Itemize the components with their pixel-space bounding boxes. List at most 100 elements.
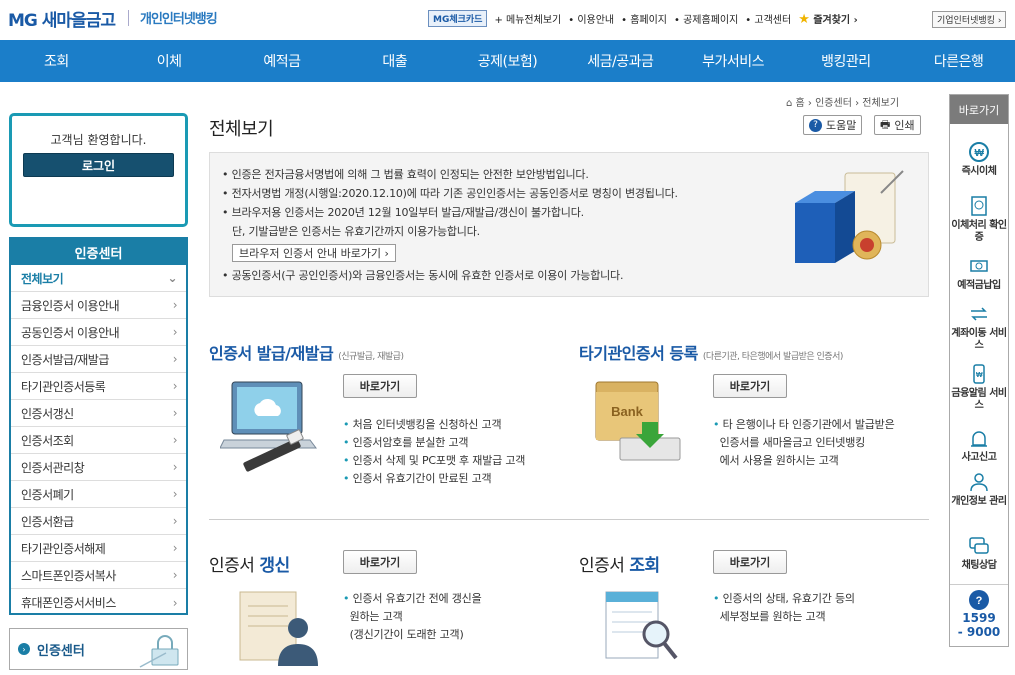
svg-text:Bank: Bank <box>611 404 644 419</box>
side-item-view[interactable]: 인증서조회 › <box>11 427 186 454</box>
question-icon: ? <box>809 118 822 132</box>
chevron-right-icon: › <box>172 487 178 501</box>
quick-account-move[interactable]: 계좌이동 서비스 <box>950 303 1008 352</box>
nav-inquiry[interactable]: 조회 <box>0 40 113 82</box>
print-button[interactable]: 🖶 인쇄 <box>874 115 921 135</box>
phone-icon: ? <box>969 590 989 610</box>
svg-text:₩: ₩ <box>975 148 985 159</box>
arrow-circle-icon: › <box>18 643 30 655</box>
renew-go-button[interactable]: 바로가기 <box>343 550 417 574</box>
quick-deposit-payment[interactable]: 예적금납입 <box>950 255 1008 292</box>
svg-text:₩: ₩ <box>976 372 983 379</box>
browser-cert-guide-button[interactable]: 브라우저 인증서 안내 바로가기 › <box>232 244 396 262</box>
favorites-link[interactable]: ★ 즐겨찾기 › <box>798 11 858 27</box>
nav-extra-services[interactable]: 부가서비스 <box>677 40 790 82</box>
nav-loan[interactable]: 대출 <box>338 40 451 82</box>
side-item-manage[interactable]: 인증서관리창 › <box>11 454 186 481</box>
other-go-button[interactable]: 바로가기 <box>713 374 787 398</box>
chevron-right-icon: › <box>172 514 178 528</box>
list-item: 원하는 고객 <box>349 610 403 623</box>
quick-chat-consult[interactable]: 채팅상담 <box>950 535 1008 572</box>
side-item-renew[interactable]: 인증서갱신 › <box>11 400 186 427</box>
document-magnifier-illustration <box>605 591 678 660</box>
help-button[interactable]: ? 도움말 <box>803 115 863 135</box>
nav-tax[interactable]: 세금/공과금 <box>564 40 677 82</box>
home-icon: ⌂ <box>786 98 793 109</box>
side-item-refund[interactable]: 인증서환급 › <box>11 508 186 535</box>
chevron-right-icon: › <box>172 541 178 555</box>
bank-folder-illustration: Bank <box>595 381 681 461</box>
chevron-right-icon: › <box>172 433 178 447</box>
check-card-link[interactable]: MG체크카드 <box>428 10 488 27</box>
nav-transfer[interactable]: 이체 <box>113 40 226 82</box>
chevron-down-icon: ⌄ <box>167 271 177 285</box>
customer-center-link[interactable]: • 고객센터 <box>745 11 791 26</box>
biz-banking-button[interactable]: 기업인터넷뱅킹 › <box>932 11 1007 28</box>
nav-insurance[interactable]: 공제(보험) <box>451 40 564 82</box>
quick-instant-transfer[interactable]: ₩ 즉시이체 <box>950 141 1008 178</box>
side-item-revoke[interactable]: 인증서폐기 › <box>11 481 186 508</box>
chevron-right-icon: › <box>172 595 178 610</box>
cert-center-banner-label: 인증센터 <box>37 644 85 659</box>
section-divider <box>209 519 929 520</box>
side-item-other-register[interactable]: 타기관인증서등록 › <box>11 373 186 400</box>
quick-privacy-manage[interactable]: 개인정보 관리 <box>950 471 1008 508</box>
nav-deposit[interactable]: 예적금 <box>226 40 339 82</box>
nav-banking-admin[interactable]: 뱅킹관리 <box>789 40 902 82</box>
homepage-link[interactable]: • 홈페이지 <box>621 11 667 26</box>
side-nav: 인증센터 전체보기 ⌄ 금융인증서 이용안내 › 공동인증서 이용안내 › 인증서발급… <box>9 237 188 615</box>
won-coin-icon: ₩ <box>969 142 989 162</box>
side-item-fin-cert[interactable]: 금융인증서 이용안내 › <box>11 292 186 319</box>
chat-bubble-icon <box>969 537 989 554</box>
menu-all-link[interactable]: + 메뉴전체보기 <box>494 11 561 26</box>
other-bullets: • 타 은행이나 타 인증기관에서 발급받은 인증서를 새마을금고 인터넷뱅킹 … <box>713 416 895 470</box>
side-nav-title: 인증센터 <box>11 239 186 265</box>
chevron-right-icon: › <box>172 352 178 366</box>
list-item: • 처음 인터넷뱅킹을 신청하신 고객 <box>343 418 502 431</box>
welcome-text: 고객님 환영합니다. <box>50 133 147 147</box>
service-title[interactable]: 개인인터넷뱅킹 <box>140 8 218 27</box>
list-item: • 인증서암호를 분실한 고객 <box>343 436 469 449</box>
side-item-all[interactable]: 전체보기 ⌄ <box>11 265 186 292</box>
person-icon <box>970 473 988 492</box>
guide-link[interactable]: • 이용안내 <box>568 11 614 26</box>
side-item-smartphone-copy[interactable]: 스마트폰인증서복사 › <box>11 562 186 589</box>
list-item: 인증서를 새마을금고 인터넷뱅킹 <box>719 436 866 449</box>
tel-second: - 9000 <box>957 625 1001 639</box>
logo[interactable]: MG 새마을금고 <box>8 6 116 31</box>
quick-financial-alert[interactable]: ₩ 금융알림 서비스 <box>950 363 1008 412</box>
quick-transfer-receipt[interactable]: 이체처리 확인증 <box>950 195 1008 244</box>
list-item: • 인증서 삭제 및 PC포맷 후 재발급 고객 <box>343 454 526 467</box>
notice-box: • 인증은 전자금융서명법에 의해 그 법률 효력이 인정되는 안전한 보안방법… <box>209 152 929 297</box>
svg-text:?: ? <box>976 595 983 607</box>
login-button[interactable]: 로그인 <box>23 153 174 177</box>
list-item: • 타 은행이나 타 인증기관에서 발급받은 <box>713 418 895 431</box>
list-item: (갱신기간이 도래한 고객) <box>349 628 464 641</box>
mutual-homepage-link[interactable]: • 공제홈페이지 <box>674 11 738 26</box>
side-item-other-release[interactable]: 타기관인증서해제 › <box>11 535 186 562</box>
quick-menu: 바로가기 ₩ 즉시이체 이체처리 확인증 예적금납입 계좌이동 서비스 ₩ 금융… <box>949 94 1009 647</box>
chevron-right-icon: › <box>172 406 178 420</box>
breadcrumb-home[interactable]: 홈 <box>796 98 805 109</box>
main-nav: 조회 이체 예적금 대출 공제(보험) 세금/공과금 부가서비스 뱅킹관리 다른… <box>0 40 1015 82</box>
breadcrumb-current: 전체보기 <box>862 98 900 109</box>
notice-line: • 브라우저용 인증서는 2020년 12월 10일부터 발급/재발급/갱신이 … <box>222 206 584 219</box>
breadcrumb-cert-center[interactable]: 인증센터 <box>815 98 852 109</box>
side-item-joint-cert[interactable]: 공동인증서 이용안내 › <box>11 319 186 346</box>
page-title: 전체보기 <box>209 119 274 140</box>
login-box: 고객님 환영합니다. 로그인 <box>9 113 188 227</box>
printer-icon: 🖶 <box>880 117 891 131</box>
side-item-issue[interactable]: 인증서발급/재발급 › <box>11 346 186 373</box>
list-item: 에서 사용을 원하시는 고객 <box>719 454 839 467</box>
issue-go-button[interactable]: 바로가기 <box>343 374 417 398</box>
nav-other-bank[interactable]: 다른은행 <box>902 40 1015 82</box>
top-links: MG체크카드 + 메뉴전체보기 • 이용안내 • 홈페이지 • 공제홈페이지 •… <box>428 10 858 27</box>
quick-accident-report[interactable]: 사고신고 <box>950 427 1008 464</box>
list-item: 세부정보를 원하는 고객 <box>719 610 826 623</box>
side-item-mobile-cert[interactable]: 휴대폰인증서서비스 › <box>11 589 186 616</box>
notice-line: • 인증은 전자금융서명법에 의해 그 법률 효력이 인정되는 안전한 보안방법… <box>222 168 589 181</box>
cert-center-banner[interactable]: › 인증센터 <box>9 628 188 670</box>
notice-line: • 전자서명법 개정(시행일:2020.12.10)에 따라 기존 공인인증서는… <box>222 187 678 200</box>
view-go-button[interactable]: 바로가기 <box>713 550 787 574</box>
issue-bullets: • 처음 인터넷뱅킹을 신청하신 고객 • 인증서암호를 분실한 고객 • 인증… <box>343 416 525 488</box>
